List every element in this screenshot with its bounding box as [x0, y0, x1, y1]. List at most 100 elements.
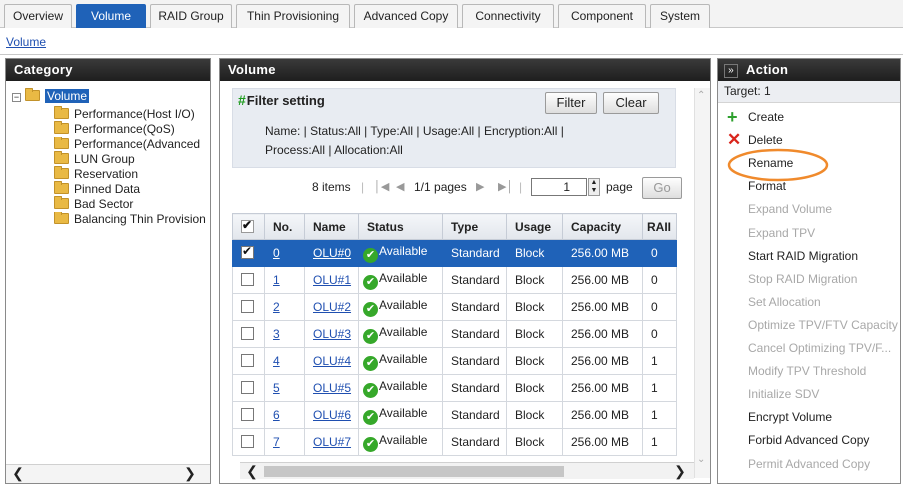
column-header-capacity[interactable]: Capacity	[562, 213, 643, 240]
row-checkbox-cell[interactable]	[232, 347, 265, 375]
tree-item[interactable]: Pinned Data	[54, 181, 140, 196]
tab-advanced-copy[interactable]: Advanced Copy	[354, 4, 458, 28]
volume-name-link[interactable]: OLU#0	[313, 246, 351, 260]
collapse-panel-icon[interactable]: »	[724, 64, 738, 78]
tab-overview[interactable]: Overview	[4, 4, 72, 28]
column-header-raid[interactable]: RAII	[642, 213, 677, 240]
collapse-icon[interactable]: −	[12, 93, 21, 102]
table-row[interactable]: 5 OLU#5 ✔ Available Standard Block 256.00 MB 1	[232, 374, 677, 402]
action-expand-tpv[interactable]: Expand TPV	[748, 226, 815, 240]
column-header-status[interactable]: Status	[358, 213, 443, 240]
row-checkbox-cell[interactable]	[232, 374, 265, 402]
action-encrypt-volume[interactable]: Encrypt Volume	[748, 410, 832, 424]
prev-page-icon[interactable]: ◀	[396, 180, 404, 193]
row-checkbox-cell[interactable]	[232, 239, 265, 267]
cell-name[interactable]: OLU#2	[304, 293, 359, 321]
tab-component[interactable]: Component	[558, 4, 646, 28]
volume-no-link[interactable]: 4	[273, 354, 280, 368]
volume-vertical-scrollbar[interactable]: ⌃ ⌄	[694, 88, 710, 478]
tab-thin-provisioning[interactable]: Thin Provisioning	[236, 4, 350, 28]
volume-no-link[interactable]: 0	[273, 246, 280, 260]
scroll-left-icon[interactable]: ❮	[244, 463, 260, 479]
cell-no[interactable]: 3	[264, 320, 305, 348]
tab-connectivity[interactable]: Connectivity	[462, 4, 554, 28]
table-row[interactable]: 6 OLU#6 ✔ Available Standard Block 256.00 MB 1	[232, 401, 677, 429]
volume-name-link[interactable]: OLU#5	[313, 381, 351, 395]
first-page-icon[interactable]: │◀	[374, 180, 389, 193]
row-checkbox[interactable]	[241, 273, 254, 286]
tree-item[interactable]: Balancing Thin Provision	[54, 212, 206, 226]
action-optimize-tpv-ftv-capacity[interactable]: Optimize TPV/FTV Capacity	[748, 318, 898, 332]
tree-root-volume[interactable]: − Volume	[12, 88, 90, 103]
action-stop-raid-migration[interactable]: Stop RAID Migration	[748, 272, 857, 286]
filter-button[interactable]: Filter	[545, 92, 597, 114]
row-checkbox-cell[interactable]	[232, 293, 265, 321]
action-set-allocation[interactable]: Set Allocation	[748, 295, 821, 309]
row-checkbox[interactable]	[241, 381, 254, 394]
page-number-input[interactable]: 1	[531, 178, 587, 196]
tab-volume[interactable]: Volume	[76, 4, 146, 28]
breadcrumb-volume-link[interactable]: Volume	[6, 35, 46, 49]
cell-no[interactable]: 4	[264, 347, 305, 375]
action-permit-advanced-copy[interactable]: Permit Advanced Copy	[748, 457, 870, 471]
action-delete[interactable]: Delete	[748, 133, 783, 147]
action-forbid-advanced-copy[interactable]: Forbid Advanced Copy	[748, 433, 869, 447]
tree-root-label[interactable]: Volume	[45, 89, 90, 103]
volume-no-link[interactable]: 7	[273, 435, 280, 449]
cell-no[interactable]: 6	[264, 401, 305, 429]
cell-no[interactable]: 0	[264, 239, 305, 267]
scroll-down-icon[interactable]: ⌄	[697, 454, 705, 465]
tree-item[interactable]: Performance(QoS)	[54, 121, 175, 136]
scrollbar-thumb[interactable]	[264, 466, 564, 477]
action-modify-tpv-threshold[interactable]: Modify TPV Threshold	[748, 364, 866, 378]
action-create[interactable]: Create	[748, 110, 784, 124]
tab-raid-group[interactable]: RAID Group	[150, 4, 232, 28]
row-checkbox[interactable]	[241, 327, 254, 340]
scroll-up-icon[interactable]: ⌃	[697, 90, 705, 101]
scroll-left-icon[interactable]: ❮	[10, 465, 26, 481]
select-all-checkbox[interactable]	[241, 218, 254, 233]
cell-name[interactable]: OLU#1	[304, 266, 359, 294]
column-header-type[interactable]: Type	[442, 213, 507, 240]
row-checkbox[interactable]	[241, 300, 254, 313]
cell-name[interactable]: OLU#7	[304, 428, 359, 456]
filter-setting-title[interactable]: #Filter setting	[238, 92, 325, 108]
table-row[interactable]: 3 OLU#3 ✔ Available Standard Block 256.00 MB 0	[232, 320, 677, 348]
tree-item[interactable]: Reservation	[54, 166, 138, 181]
go-button[interactable]: Go	[642, 177, 682, 199]
row-checkbox[interactable]	[241, 354, 254, 367]
row-checkbox-cell[interactable]	[232, 428, 265, 456]
volume-no-link[interactable]: 5	[273, 381, 280, 395]
volume-name-link[interactable]: OLU#4	[313, 354, 351, 368]
cell-name[interactable]: OLU#3	[304, 320, 359, 348]
scroll-right-icon[interactable]: ❯	[672, 463, 688, 479]
action-expand-volume[interactable]: Expand Volume	[748, 202, 832, 216]
table-row[interactable]: 2 OLU#2 ✔ Available Standard Block 256.00 MB 0	[232, 293, 677, 321]
cell-name[interactable]: OLU#5	[304, 374, 359, 402]
column-header-usage[interactable]: Usage	[506, 213, 563, 240]
table-row[interactable]: 1 OLU#1 ✔ Available Standard Block 256.00 MB 0	[232, 266, 677, 294]
tree-item[interactable]: LUN Group	[54, 151, 135, 166]
cell-name[interactable]: OLU#0	[304, 239, 359, 267]
cell-no[interactable]: 7	[264, 428, 305, 456]
volume-no-link[interactable]: 6	[273, 408, 280, 422]
row-checkbox[interactable]	[241, 435, 254, 448]
column-header-no[interactable]: No.	[264, 213, 305, 240]
select-all-header[interactable]	[232, 213, 265, 240]
next-page-icon[interactable]: ▶	[476, 180, 484, 193]
tree-item[interactable]: Performance(Advanced	[54, 137, 206, 151]
volume-no-link[interactable]: 3	[273, 327, 280, 341]
table-row[interactable]: 7 OLU#7 ✔ Available Standard Block 256.00 MB 1	[232, 428, 677, 456]
tree-item[interactable]: Performance(Host I/O)	[54, 106, 195, 121]
table-horizontal-scrollbar[interactable]: ❮ ❯	[240, 462, 694, 479]
clear-button[interactable]: Clear	[603, 92, 659, 114]
volume-no-link[interactable]: 2	[273, 300, 280, 314]
cell-no[interactable]: 5	[264, 374, 305, 402]
table-row[interactable]: 0OLU#0✔AvailableStandardBlock256.00 MB0	[232, 239, 677, 267]
last-page-icon[interactable]: ▶│	[498, 180, 513, 193]
category-horizontal-scrollbar[interactable]: ❮ ❯	[6, 464, 210, 483]
tab-system[interactable]: System	[650, 4, 710, 28]
row-checkbox[interactable]	[241, 244, 254, 259]
scroll-right-icon[interactable]: ❯	[182, 465, 198, 481]
volume-name-link[interactable]: OLU#3	[313, 327, 351, 341]
